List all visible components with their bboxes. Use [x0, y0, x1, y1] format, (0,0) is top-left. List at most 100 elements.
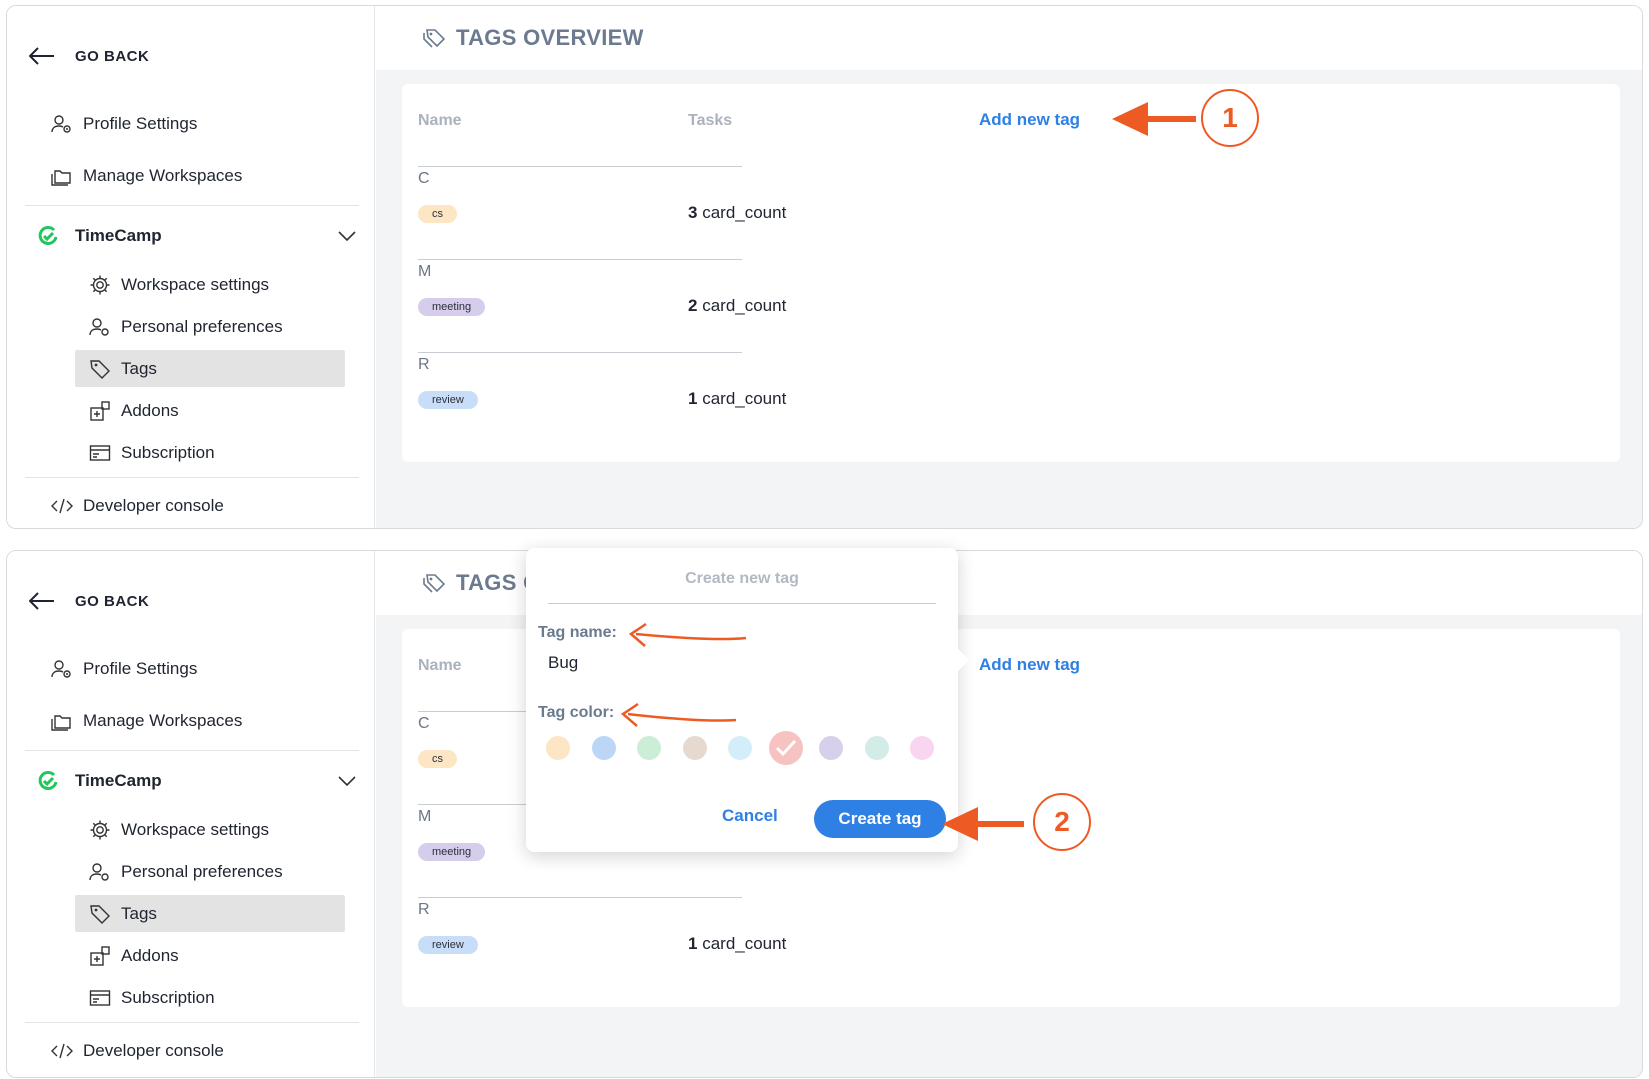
tags-table: Name Tasks Add new tag C cs 3 card_count…: [402, 84, 1620, 462]
create-tag-popup: Create new tag Tag name: Tag color: Canc…: [526, 548, 970, 852]
popup-title: Create new tag: [685, 570, 799, 587]
nav-developer-console-label: Developer console: [83, 1041, 224, 1060]
nav-profile-settings[interactable]: Profile Settings: [51, 651, 197, 687]
group-letter: M: [418, 263, 432, 280]
count-value: 2: [688, 296, 698, 315]
sidebar-item-tags[interactable]: Tags: [75, 350, 345, 387]
sidebar-item-label: Workspace settings: [121, 819, 270, 839]
create-tag-button[interactable]: Create tag: [814, 800, 946, 838]
color-swatch[interactable]: [546, 736, 570, 760]
go-back-button[interactable]: GO BACK: [29, 42, 149, 70]
count-unit: card_count: [702, 934, 787, 953]
sidebar-item-addons[interactable]: Addons: [75, 392, 345, 429]
divider: [418, 897, 742, 898]
sidebar-item-label: Tags: [121, 358, 157, 378]
nav-developer-console[interactable]: Developer console: [51, 488, 224, 524]
group-letter: C: [418, 170, 430, 187]
tag-pill-cs[interactable]: cs: [418, 205, 457, 223]
sidebar-item-label: Workspace settings: [121, 274, 270, 294]
color-swatch[interactable]: [864, 736, 889, 760]
sidebar-item-subscription[interactable]: Subscription: [75, 979, 345, 1016]
timecamp-logo-icon: [38, 770, 58, 790]
go-back-label: GO BACK: [75, 592, 150, 610]
tag-color-label: Tag color:: [538, 704, 615, 721]
color-swatch[interactable]: [728, 736, 752, 760]
tag-icon: [90, 359, 110, 379]
annotation-arrow-icon: [620, 702, 737, 727]
group-letter: R: [418, 356, 430, 373]
go-back-button[interactable]: GO BACK: [29, 587, 149, 615]
count-value: 1: [688, 934, 698, 953]
add-new-tag-link[interactable]: Add new tag: [979, 655, 1080, 675]
addons-icon: [90, 400, 110, 421]
divider: [418, 352, 742, 353]
page-header: TAGS OVERVIEW: [376, 6, 1642, 70]
arrow-left-icon: [29, 592, 54, 610]
sidebar-item-label: Subscription: [121, 987, 215, 1007]
tag-icon: [423, 574, 446, 593]
gear-icon: [90, 275, 110, 294]
tag-task-count: 2 card_count: [688, 296, 786, 316]
tag-pill-cs[interactable]: cs: [418, 750, 457, 768]
code-icon: [51, 1043, 73, 1059]
annotation-arrow-icon: [1112, 102, 1196, 136]
color-swatch[interactable]: [819, 736, 843, 760]
sidebar-item-tags[interactable]: Tags: [75, 895, 345, 932]
count-unit: card_count: [702, 203, 787, 222]
group-letter: R: [418, 901, 430, 918]
sidebar-item-workspace-settings[interactable]: Workspace settings: [75, 266, 345, 303]
folders-icon: [51, 715, 71, 731]
gear-icon: [90, 820, 110, 839]
sidebar-item-addons[interactable]: Addons: [75, 937, 345, 974]
color-swatch[interactable]: [910, 736, 934, 760]
nav-developer-console[interactable]: Developer console: [51, 1033, 224, 1069]
column-header-tasks: Tasks: [688, 112, 733, 129]
sidebar-item-personal-preferences[interactable]: Personal preferences: [75, 308, 345, 345]
color-swatches: [546, 731, 956, 765]
go-back-label: GO BACK: [75, 47, 150, 65]
divider: [25, 477, 359, 478]
tag-name-input[interactable]: [540, 649, 840, 677]
tag-task-count: 3 card_count: [688, 203, 786, 223]
color-swatch[interactable]: [591, 736, 616, 760]
sidebar-item-subscription[interactable]: Subscription: [75, 434, 345, 471]
color-swatch-selected[interactable]: [768, 731, 803, 765]
check-icon: [775, 739, 796, 757]
cancel-button[interactable]: Cancel: [722, 806, 778, 826]
count-value: 1: [688, 389, 698, 408]
color-swatch[interactable]: [682, 736, 707, 760]
tag-pill-review[interactable]: review: [418, 936, 478, 954]
divider: [418, 259, 742, 260]
user-gear-icon: [51, 115, 71, 133]
sidebar-item-label: Tags: [121, 903, 157, 923]
workspace-name: TimeCamp: [75, 771, 162, 790]
tag-icon: [90, 904, 110, 924]
nav-profile-settings-label: Profile Settings: [83, 659, 198, 678]
nav-developer-console-label: Developer console: [83, 496, 224, 515]
timecamp-logo-icon: [38, 225, 58, 245]
tag-pill-meeting[interactable]: meeting: [418, 298, 486, 316]
workspace-toggle[interactable]: TimeCamp: [37, 763, 357, 799]
nav-manage-workspaces-label: Manage Workspaces: [83, 166, 243, 185]
nav-manage-workspaces[interactable]: Manage Workspaces: [51, 158, 242, 194]
color-swatch[interactable]: [637, 736, 661, 760]
settings-panel-top: GO BACK Profile Settings Manage Workspac…: [6, 5, 1643, 529]
tag-pill-review[interactable]: review: [418, 391, 478, 409]
user-gear-icon: [51, 660, 71, 678]
group-letter: C: [418, 715, 430, 732]
tag-task-count: 1 card_count: [688, 389, 786, 409]
count-unit: card_count: [702, 296, 787, 315]
chevron-down-icon: [338, 776, 356, 787]
sidebar: GO BACK Profile Settings Manage Workspac…: [7, 6, 375, 528]
divider: [418, 166, 742, 167]
nav-manage-workspaces[interactable]: Manage Workspaces: [51, 703, 242, 739]
sidebar-item-workspace-settings[interactable]: Workspace settings: [75, 811, 345, 848]
nav-profile-settings[interactable]: Profile Settings: [51, 106, 197, 142]
step-badge-2: 2: [1033, 793, 1091, 851]
tag-pill-meeting[interactable]: meeting: [418, 843, 486, 861]
workspace-toggle[interactable]: TimeCamp: [37, 218, 357, 254]
add-new-tag-link[interactable]: Add new tag: [979, 110, 1080, 130]
user-gear-icon: [89, 862, 109, 881]
sidebar-item-personal-preferences[interactable]: Personal preferences: [75, 853, 345, 890]
column-header-name: Name: [418, 112, 462, 129]
